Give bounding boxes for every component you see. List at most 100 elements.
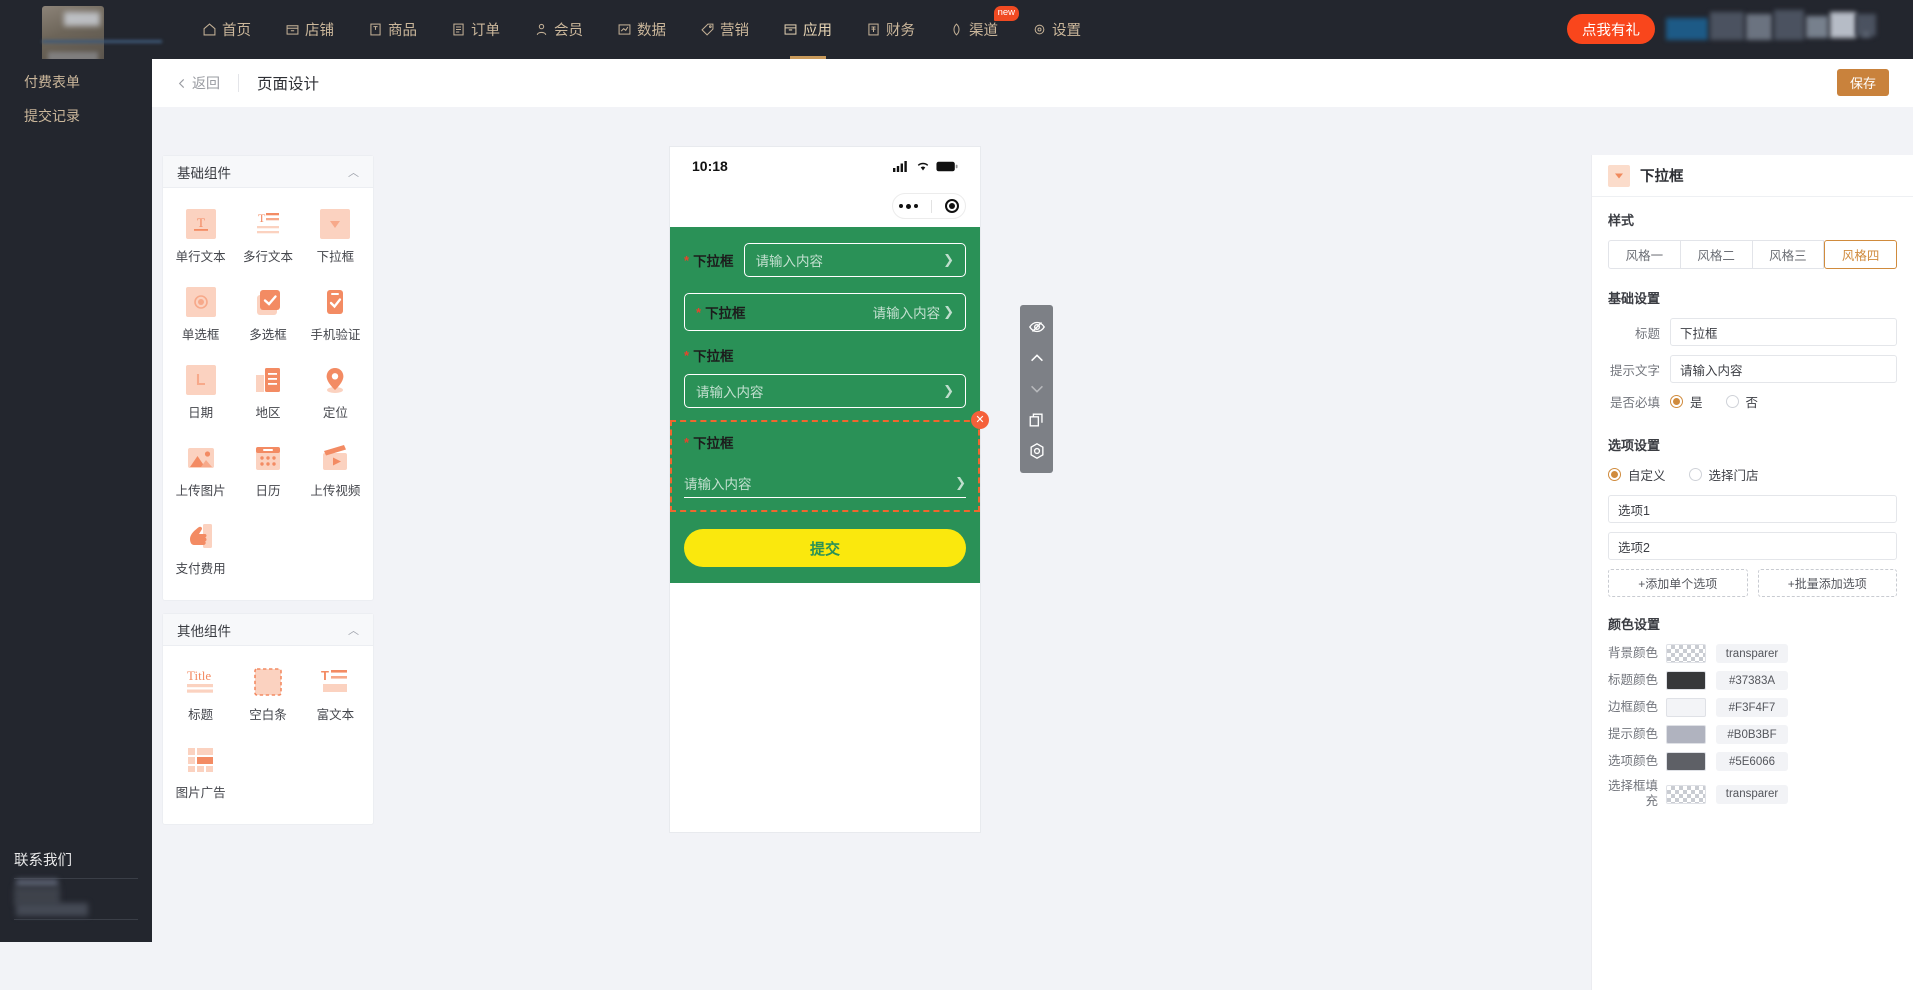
eye-slash-icon[interactable] xyxy=(1028,318,1046,336)
field-control[interactable]: 请输入内容 ❯ xyxy=(873,302,954,322)
required-no-radio[interactable] xyxy=(1725,395,1739,408)
gift-button[interactable]: 点我有礼 xyxy=(1567,14,1655,44)
option-input-2[interactable] xyxy=(1608,532,1897,560)
placeholder-input[interactable] xyxy=(1670,355,1897,383)
palette-item-空白条[interactable]: 空白条 xyxy=(234,658,301,736)
nav-item-商品[interactable]: 商品 xyxy=(351,0,434,59)
palette-item-下拉框[interactable]: 下拉框 xyxy=(302,200,369,278)
properties-panel-header: 下拉框 xyxy=(1592,155,1913,197)
nav-item-list: 首页 店铺 商品 订单 会员 数据 营销 应用 财务 渠道 new 设置 xyxy=(185,0,1098,59)
option-source-custom-radio[interactable] xyxy=(1608,468,1621,481)
form-field-style1[interactable]: * 下拉框 请输入内容 ❯ xyxy=(670,227,980,287)
more-dots-icon[interactable] xyxy=(899,203,919,209)
title-input[interactable] xyxy=(1670,318,1897,346)
single-line-text-icon: T xyxy=(185,209,216,239)
nav-item-设置[interactable]: 设置 xyxy=(1015,0,1098,59)
form-field-style4-selected[interactable]: * 下拉框 请输入内容 ❯ ✕ xyxy=(670,411,989,512)
palette-item-日期[interactable]: 日期 xyxy=(167,356,234,434)
palette-item-上传图片[interactable]: 上传图片 xyxy=(167,434,234,512)
nav-item-数据[interactable]: 数据 xyxy=(600,0,683,59)
copy-icon[interactable] xyxy=(1028,411,1046,429)
sidebar-item-list: 付费表单 提交记录 xyxy=(0,59,152,137)
style-option-3[interactable]: 风格三 xyxy=(1752,240,1825,269)
arrow-up-icon[interactable] xyxy=(1028,349,1046,367)
add-batch-option-button[interactable]: +批量添加选项 xyxy=(1757,569,1897,597)
palette-item-定位[interactable]: 定位 xyxy=(302,356,369,434)
palette-item-富文本[interactable]: T 富文本 xyxy=(302,658,369,736)
palette-item-标题[interactable]: Title 标题 xyxy=(167,658,234,736)
option-input-1[interactable] xyxy=(1608,495,1897,523)
palette-item-多选框[interactable]: 多选框 xyxy=(234,278,301,356)
mini-program-capsule[interactable] xyxy=(892,193,966,219)
back-label: 返回 xyxy=(192,75,220,91)
color-swatch[interactable] xyxy=(1666,698,1706,717)
field-label: 下拉框 xyxy=(705,306,746,321)
palette-grid: T 单行文本 T 多行文本 下拉框 单选框 多选框 手机验证 日期 地区 定位 … xyxy=(163,188,373,600)
field-placeholder: 请输入内容 xyxy=(872,306,941,321)
target-circle-icon[interactable] xyxy=(944,199,959,213)
required-asterisk: * xyxy=(684,347,690,363)
sidebar-item-付费表单[interactable]: 付费表单 xyxy=(0,65,152,104)
palette-item-label: 多选框 xyxy=(249,328,287,342)
placeholder-field-label: 提示文字 xyxy=(1609,363,1660,378)
palette-item-地区[interactable]: 地区 xyxy=(234,356,301,434)
save-button[interactable]: 保存 xyxy=(1837,69,1889,96)
field-control[interactable]: 请输入内容 ❯ xyxy=(684,468,966,498)
color-value: #F3F4F7 xyxy=(1716,698,1788,717)
wifi-icon xyxy=(917,162,929,171)
chevron-right-icon: ❯ xyxy=(943,304,954,319)
contact-info-blurred xyxy=(14,879,138,919)
style-option-4[interactable]: 风格四 xyxy=(1824,240,1897,269)
option-source-radio-group: 自定义 选择门店 xyxy=(1608,465,1897,484)
palette-item-单行文本[interactable]: T 单行文本 xyxy=(167,200,234,278)
nav-item-营销[interactable]: 营销 xyxy=(683,0,766,59)
color-swatch[interactable] xyxy=(1666,725,1706,744)
chevron-up-icon: ︿ xyxy=(348,624,359,637)
settings-hex-icon[interactable] xyxy=(1028,442,1046,460)
palette-item-手机验证[interactable]: 手机验证 xyxy=(302,278,369,356)
nav-item-渠道[interactable]: 渠道 new xyxy=(932,0,1019,59)
phone-status-bar: 10:18 xyxy=(670,147,980,185)
palette-item-上传视频[interactable]: 上传视频 xyxy=(302,434,369,512)
palette-grid: Title 标题 空白条 T 富文本 图片广告 xyxy=(163,646,373,824)
nav-item-店铺[interactable]: 店铺 xyxy=(268,0,351,59)
color-swatch[interactable] xyxy=(1666,644,1706,663)
sidebar-item-提交记录[interactable]: 提交记录 xyxy=(0,99,152,137)
color-value: transparer xyxy=(1716,784,1788,804)
nav-item-财务[interactable]: 财务 xyxy=(849,0,932,59)
add-single-option-button[interactable]: +添加单个选项 xyxy=(1608,569,1748,597)
back-button[interactable]: 返回 xyxy=(176,73,220,93)
form-field-style2[interactable]: * 下拉框 请输入内容 ❯ xyxy=(684,293,966,331)
palette-item-支付费用[interactable]: 支付费用 xyxy=(167,512,234,590)
palette-item-多行文本[interactable]: T 多行文本 xyxy=(234,200,301,278)
color-swatch[interactable] xyxy=(1666,671,1706,690)
palette-item-图片广告[interactable]: 图片广告 xyxy=(167,736,234,814)
nav-item-首页[interactable]: 首页 xyxy=(185,0,268,59)
required-yes-radio[interactable] xyxy=(1670,395,1683,408)
submit-button[interactable]: 提交 xyxy=(684,529,966,567)
color-value: #5E6066 xyxy=(1716,752,1788,771)
palette-group-header[interactable]: 其他组件 ︿ xyxy=(163,614,373,646)
user-account-area[interactable]: ⌄ xyxy=(1666,8,1881,42)
color-swatch[interactable] xyxy=(1666,752,1706,771)
palette-group-基础组件: 基础组件 ︿ T 单行文本 T 多行文本 下拉框 单选框 多选框 手机验证 日期… xyxy=(162,155,374,601)
close-icon[interactable]: ✕ xyxy=(971,411,989,429)
palette-item-日历[interactable]: 日历 xyxy=(234,434,301,512)
field-control[interactable]: 请输入内容 ❯ xyxy=(684,374,966,408)
contact-us-title: 联系我们 xyxy=(14,853,72,869)
option-source-store-radio[interactable] xyxy=(1688,468,1702,481)
palette-item-单选框[interactable]: 单选框 xyxy=(167,278,234,356)
nav-item-会员[interactable]: 会员 xyxy=(517,0,600,59)
nav-item-订单[interactable]: 订单 xyxy=(434,0,517,59)
field-control[interactable]: 请输入内容 ❯ xyxy=(743,243,966,277)
color-row-标题颜色: 标题颜色 #37383A xyxy=(1608,671,1897,690)
basic-section: 基础设置 标题 提示文字 是否必填 是 否 xyxy=(1592,269,1913,411)
nav-item-label: 数据 xyxy=(637,23,666,39)
style-option-1[interactable]: 风格一 xyxy=(1608,240,1681,269)
color-swatch[interactable] xyxy=(1666,784,1706,804)
style-option-2[interactable]: 风格二 xyxy=(1680,240,1753,269)
palette-group-header[interactable]: 基础组件 ︿ xyxy=(163,156,373,188)
field-label: 下拉框 xyxy=(693,254,734,269)
nav-item-应用[interactable]: 应用 xyxy=(766,0,849,59)
form-field-style3[interactable]: * 下拉框 请输入内容 ❯ xyxy=(670,331,980,408)
